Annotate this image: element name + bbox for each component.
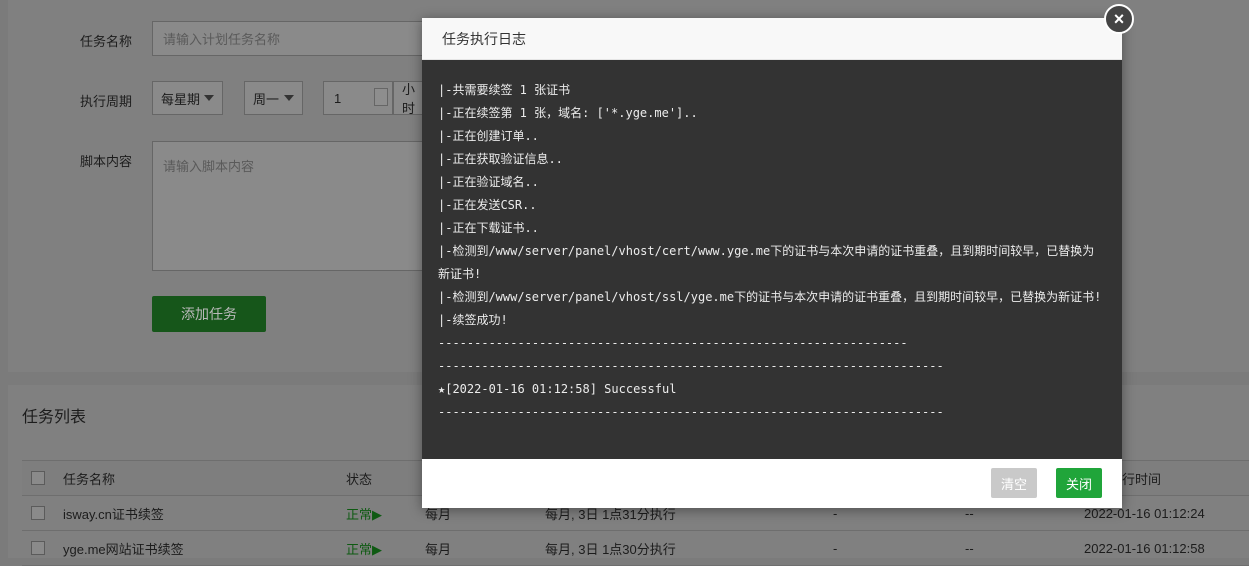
row-name: yge.me网站证书续签 (63, 541, 184, 557)
dialog-footer: 清空 关闭 (422, 459, 1122, 508)
task-name-label: 任务名称 (80, 34, 133, 49)
stepper-arrows-icon[interactable] (374, 88, 388, 106)
period-type-select[interactable]: 每星期 (152, 81, 223, 115)
col-exec-time: 行时间 (1122, 471, 1162, 487)
log-console[interactable]: |-共需要续签 1 张证书 |-正在续签第 1 张，域名: ['*.yge.me… (422, 60, 1122, 459)
close-icon[interactable]: × (1104, 4, 1134, 34)
weekday-value: 周一 (253, 91, 280, 107)
hour-value: 1 (334, 90, 342, 106)
select-all-checkbox[interactable] (31, 471, 45, 485)
row-col5: - (833, 540, 838, 556)
log-line: |-正在下载证书.. (438, 221, 539, 235)
log-line: |-共需要续签 1 张证书 (438, 83, 571, 97)
task-name-input[interactable]: 请输入计划任务名称 (152, 21, 432, 56)
dialog-title: 任务执行日志 (442, 30, 526, 47)
dialog-header: 任务执行日志 (422, 18, 1122, 60)
log-line: |-正在发送CSR.. (438, 198, 537, 212)
chevron-down-icon (204, 95, 214, 101)
script-label: 脚本内容 (80, 154, 133, 169)
close-button[interactable]: 关闭 (1056, 468, 1102, 498)
hour-stepper[interactable]: 1 (323, 81, 393, 115)
row-checkbox[interactable] (31, 506, 45, 520)
weekday-select[interactable]: 周一 (244, 81, 303, 115)
row-status[interactable]: 正常▶ (346, 496, 382, 530)
col-status: 状态 (346, 471, 373, 487)
log-separator: ----------------------------------------… (438, 336, 908, 350)
hour-unit-label: 小时 (402, 82, 416, 116)
row-col6: -- (965, 540, 974, 556)
period-type-value: 每星期 (161, 91, 201, 107)
log-line: ★[2022-01-16 01:12:58] Successful (438, 382, 677, 396)
task-list-title: 任务列表 (22, 409, 87, 426)
row-schedule: 每月, 3日 1点30分执行 (545, 541, 676, 557)
period-label: 执行周期 (80, 94, 133, 109)
log-line: |-续签成功! (438, 313, 508, 327)
clear-button[interactable]: 清空 (991, 468, 1037, 498)
script-textarea[interactable]: 请输入脚本内容 (152, 141, 432, 271)
row-status[interactable]: 正常▶ (346, 531, 382, 565)
log-line: |-检测到/www/server/panel/vhost/cert/www.yg… (438, 244, 1095, 281)
row-time: 2022-01-16 01:12:58 (1084, 540, 1205, 556)
add-task-button[interactable]: 添加任务 (152, 296, 266, 332)
log-line: |-正在创建订单.. (438, 129, 539, 143)
table-row[interactable]: yge.me网站证书续签 正常▶ 每月 每月, 3日 1点30分执行 - -- … (22, 531, 1249, 566)
log-line: |-正在续签第 1 张，域名: ['*.yge.me'].. (438, 106, 698, 120)
script-placeholder: 请输入脚本内容 (163, 159, 255, 174)
log-line: |-正在验证域名.. (438, 175, 539, 189)
task-name-placeholder: 请输入计划任务名称 (163, 32, 281, 47)
log-separator: ----------------------------------------… (438, 405, 944, 419)
log-separator: ----------------------------------------… (438, 359, 944, 373)
row-name: isway.cn证书续签 (63, 506, 164, 522)
log-line: |-检测到/www/server/panel/vhost/ssl/yge.me下… (438, 290, 1102, 304)
col-task-name: 任务名称 (63, 471, 116, 487)
log-line: |-正在获取验证信息.. (438, 152, 563, 166)
chevron-down-icon (284, 95, 294, 101)
row-period: 每月 (425, 541, 452, 557)
row-checkbox[interactable] (31, 541, 45, 555)
task-log-dialog: 任务执行日志 |-共需要续签 1 张证书 |-正在续签第 1 张，域名: ['*… (422, 18, 1122, 508)
